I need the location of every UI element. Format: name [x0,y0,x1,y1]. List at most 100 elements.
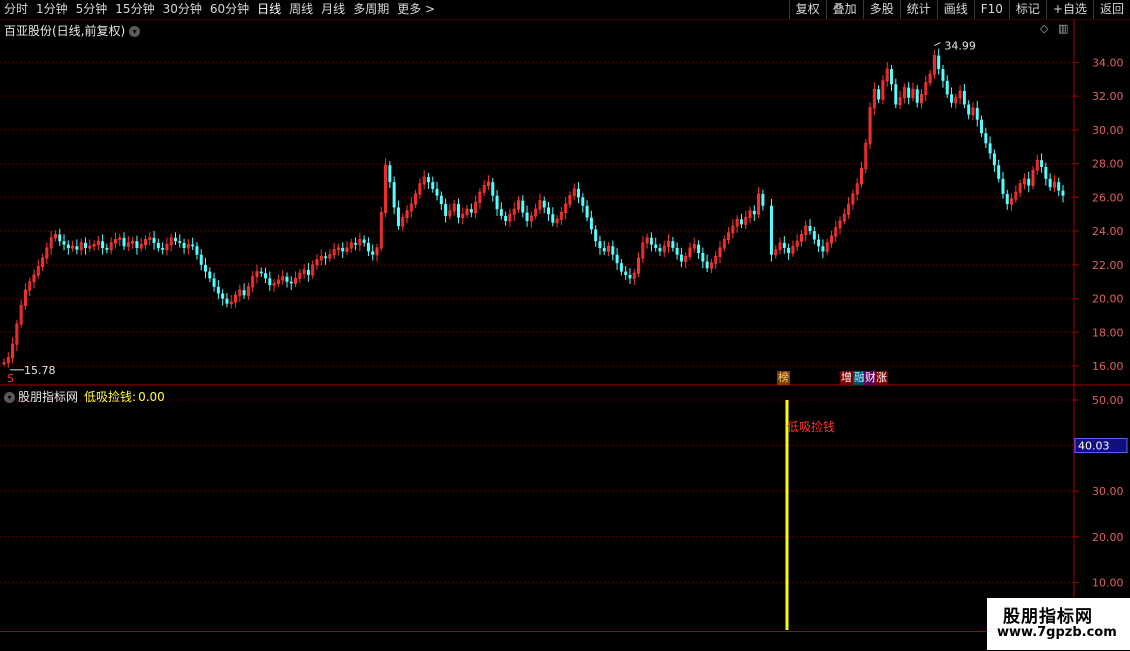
candle-body-down [362,239,366,243]
signal-label: 低吸捡钱 [787,419,835,434]
candle-body-down [491,182,495,196]
candle-body-down [577,188,581,198]
candle-body-down [628,274,632,279]
candle-body-down [204,264,208,272]
candle-body-down [195,246,199,255]
candle-body-down [135,241,139,248]
indicator-site: 股朋指标网 [18,390,79,404]
candle-body-down [624,271,628,275]
candle-body-down [980,119,984,134]
sell-signal-mark: S [7,372,14,385]
candle-body-down [242,290,246,296]
candle-body-down [547,207,551,215]
badge-zeng[interactable]: 增 [840,371,853,385]
candle-body-down [1027,178,1031,186]
candle-body-down [426,177,430,183]
candle-body-down [499,209,503,216]
candle-body-down [1005,193,1009,205]
candle-body-down [945,80,949,95]
date-axis [0,631,1130,651]
candle-body-down [658,247,662,252]
candle-body-down [769,205,773,255]
candle-body-down [701,253,705,262]
signal-bar [785,400,789,630]
candle-body-down [75,246,79,250]
candle-body-down [431,182,435,189]
candle-body-down [354,242,358,245]
candle-body-down [894,84,898,105]
candle-body-down [259,271,263,274]
low-price-label: 15.78 [24,364,56,377]
candle-body-down [208,271,212,279]
candle-body-down [679,254,683,262]
candle-body-down [615,254,619,264]
price-tick-label: 22.00 [1092,259,1124,272]
candle-body-down [105,247,109,250]
price-chart: 16.00 18.00 20.00 22.00 24.00 26.00 28.00 30.00… [0,19,1130,647]
candle-body-down [907,87,911,98]
candle-body-down [890,69,894,85]
candle-body-down [697,244,701,254]
candle-body-down [988,143,992,154]
candle-body-down [504,215,508,221]
watermark: 股朋指标网 www.7gpzb.com [987,598,1130,650]
candle-body-down [950,94,954,103]
candle-body-down [392,182,396,208]
candle-body-down [216,286,220,294]
candle-body-down [551,214,555,223]
candle-body-down [396,207,400,227]
candle-body-down [992,153,996,166]
badge-zhang[interactable]: 涨 [875,371,888,385]
candle-body-down [589,217,593,230]
candle-body-down [1057,182,1061,191]
high-price-label: 34.99 [944,40,976,53]
price-tick-label: 24.00 [1092,225,1124,238]
candle-body-down [62,241,66,245]
candle-body-down [289,281,293,284]
candle-body-down [962,91,966,105]
candle-body-down [66,244,70,248]
candle-body-down [225,298,229,304]
chevron-down-icon[interactable]: ▾ [4,392,15,403]
badge-bang[interactable]: 榜 [777,371,790,385]
candle-body-down [324,256,328,259]
candle-body-down [525,212,529,221]
candle-body-down [83,242,87,248]
candle-body-down [761,193,765,206]
candle-body-down [268,278,272,286]
price-tick-label: 16.00 [1092,360,1124,373]
price-tick-label: 34.00 [1092,56,1124,69]
candle-body-down [182,242,186,248]
candle-body-down [264,273,268,279]
watermark-line1: 股朋指标网 [1003,607,1093,627]
candle-body-down [306,269,310,275]
candle-body-down [1001,178,1005,194]
candle-body-down [984,133,988,144]
candle-body-down [877,89,881,100]
candle-body-down [58,234,62,242]
candle-body-down [581,197,585,206]
candle-body-down [221,293,225,299]
candle-body-down [787,247,791,254]
price-tick-label: 28.00 [1092,158,1124,171]
price-tick-label: 20.00 [1092,293,1124,306]
candle-body-down [439,195,443,205]
candle-body-up [2,362,6,365]
price-tick-label: 26.00 [1092,191,1124,204]
candle-body-down [444,204,448,216]
candle-body-down [371,251,375,255]
indicator-tick-label: 50.00 [1092,394,1124,407]
candle-body-down [456,204,460,218]
candle-body-down [101,241,105,248]
price-tick-label: 30.00 [1092,124,1124,137]
candle-body-down [937,55,941,70]
candle-body-down [366,242,370,252]
candle-body-down [388,165,392,183]
candle-body-down [521,200,525,213]
candle-body-down [739,219,743,225]
candle-body-down [1061,190,1065,196]
indicator-name: 低吸捡钱: [84,390,137,404]
candle-body-down [1048,178,1052,188]
candle-body-down [191,244,195,247]
candle-body-down [671,241,675,248]
